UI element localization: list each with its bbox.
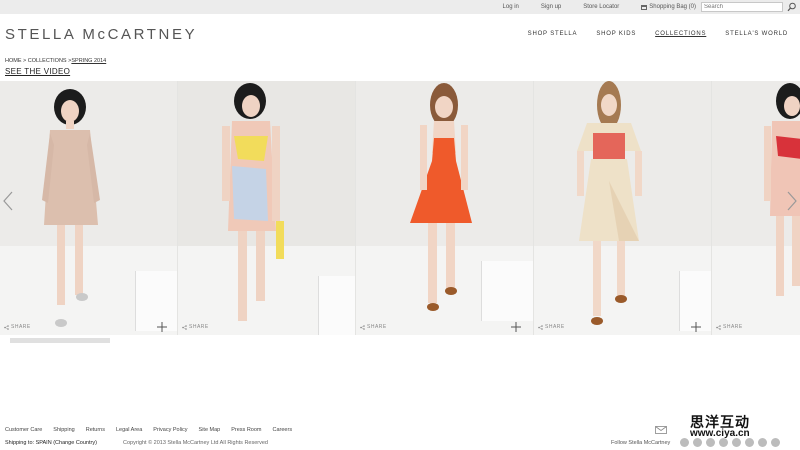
runway-gallery: SHARE SHARE SHARE SHARE SHARE [0, 81, 800, 335]
store-locator-link[interactable]: Store Locator [583, 2, 619, 12]
social-icons [680, 438, 780, 447]
look-panel[interactable]: SHARE [534, 81, 711, 335]
share-icon [360, 324, 365, 330]
look-panel[interactable]: SHARE [0, 81, 177, 335]
social-icon[interactable] [771, 438, 780, 447]
model-figure [577, 81, 642, 325]
nav-stellas-world[interactable]: STELLA'S WORLD [725, 31, 788, 37]
zoom-icon[interactable] [511, 322, 521, 332]
brand-logo[interactable]: STELLA McCARTNEY [5, 26, 197, 43]
breadcrumb-home[interactable]: HOME [5, 58, 22, 64]
social-icon[interactable] [706, 438, 715, 447]
social-icon[interactable] [680, 438, 689, 447]
social-icon[interactable] [719, 438, 728, 447]
share-label: SHARE [11, 324, 31, 330]
follow-label: Follow Stella McCartney [611, 440, 671, 446]
footer-link-shipping[interactable]: Shipping [53, 427, 74, 433]
look-panel[interactable]: SHARE [178, 81, 355, 335]
share-button[interactable]: SHARE [716, 324, 743, 330]
share-label: SHARE [723, 324, 743, 330]
share-button[interactable]: SHARE [360, 324, 387, 330]
signup-link[interactable]: Sign up [541, 2, 561, 12]
mail-icon[interactable] [655, 426, 667, 434]
share-icon [716, 324, 721, 330]
look-panel[interactable]: SHARE [356, 81, 533, 335]
social-icon[interactable] [745, 438, 754, 447]
model-figure [410, 83, 472, 311]
watermark-url: www.ciya.cn [690, 428, 750, 439]
share-button[interactable]: SHARE [4, 324, 31, 330]
nav-shop-kids[interactable]: SHOP KIDS [596, 31, 636, 37]
runway-platform [481, 261, 533, 321]
social-icon[interactable] [758, 438, 767, 447]
social-icon[interactable] [693, 438, 702, 447]
footer-link-careers[interactable]: Careers [273, 427, 293, 433]
share-icon [182, 324, 187, 330]
utility-links: Log in Sign up Store Locator Shopping Ba… [481, 2, 696, 12]
login-link[interactable]: Log in [503, 2, 519, 12]
footer-link-privacy-policy[interactable]: Privacy Policy [153, 427, 187, 433]
shipping-country[interactable]: Shipping to: SPAIN (Change Country) [5, 440, 97, 446]
footer-link-legal-area[interactable]: Legal Area [116, 427, 142, 433]
share-icon [538, 324, 543, 330]
search-input[interactable] [701, 2, 783, 12]
social-icon[interactable] [732, 438, 741, 447]
breadcrumb: HOME > COLLECTIONS >SPRING 2014 [5, 58, 106, 64]
footer-link-returns[interactable]: Returns [86, 427, 105, 433]
shopping-bag-link[interactable]: Shopping Bag (0) [641, 2, 696, 12]
breadcrumb-collections[interactable]: COLLECTIONS [28, 58, 67, 64]
share-icon [4, 324, 9, 330]
runway-platform [318, 276, 355, 335]
prev-arrow-icon[interactable] [2, 191, 14, 211]
shopping-bag-label: Shopping Bag (0) [649, 4, 696, 10]
shopping-bag-icon [641, 4, 648, 10]
utility-bar: Log in Sign up Store Locator Shopping Ba… [0, 0, 800, 14]
zoom-icon[interactable] [157, 322, 167, 332]
share-button[interactable]: SHARE [538, 324, 565, 330]
see-video-link[interactable]: SEE THE VIDEO [5, 67, 70, 76]
model-figure [42, 89, 100, 327]
nav-collections[interactable]: COLLECTIONS [655, 31, 706, 37]
share-label: SHARE [189, 324, 209, 330]
main-nav: SHOP STELLA SHOP KIDS COLLECTIONS STELLA… [509, 31, 788, 37]
footer-links: Customer Care Shipping Returns Legal Are… [5, 427, 303, 433]
share-label: SHARE [367, 324, 387, 330]
footer-link-site-map[interactable]: Site Map [199, 427, 221, 433]
runway-platform [135, 271, 177, 331]
gallery-scrollbar[interactable] [10, 338, 110, 343]
next-arrow-icon[interactable] [786, 191, 798, 211]
share-label: SHARE [545, 324, 565, 330]
search-icon[interactable] [787, 2, 797, 12]
share-button[interactable]: SHARE [182, 324, 209, 330]
footer-link-press-room[interactable]: Press Room [231, 427, 261, 433]
footer-link-customer-care[interactable]: Customer Care [5, 427, 42, 433]
nav-shop-stella[interactable]: SHOP STELLA [528, 31, 578, 37]
breadcrumb-current[interactable]: SPRING 2014 [71, 58, 106, 64]
model-figure [222, 83, 284, 321]
copyright-text: Copyright © 2013 Stella McCartney Ltd Al… [123, 440, 268, 446]
zoom-icon[interactable] [691, 322, 701, 332]
